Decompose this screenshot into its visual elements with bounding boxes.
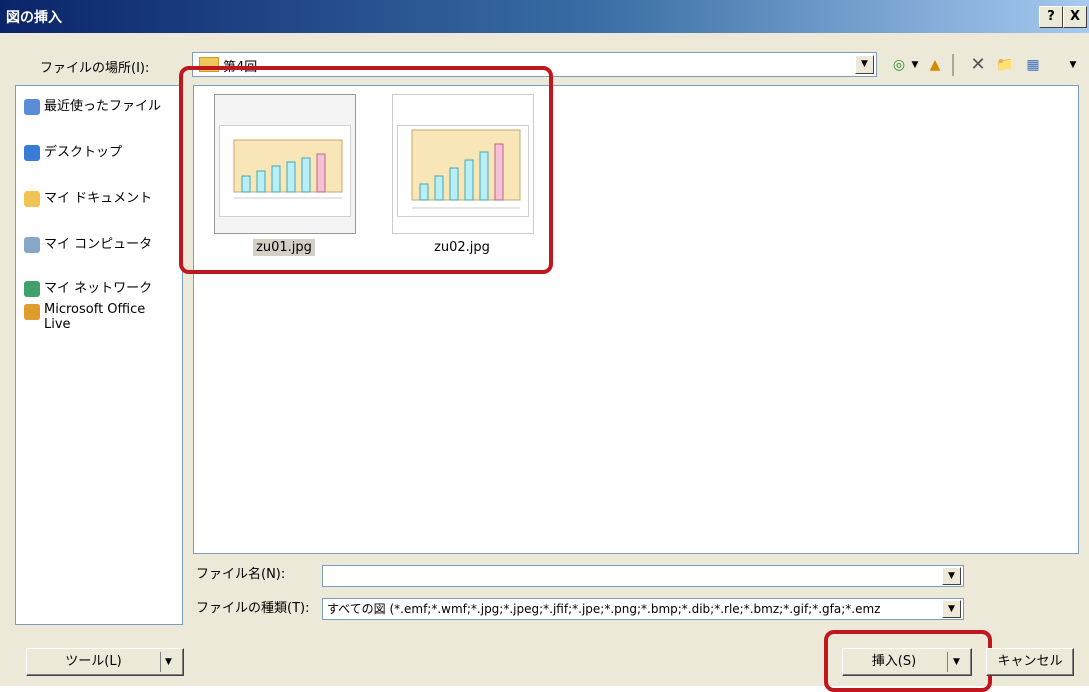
insert-highlight-annotation	[824, 630, 992, 692]
filetype-value: すべての図 (*.emf;*.wmf;*.jpg;*.jpeg;*.jfif;*…	[327, 602, 881, 616]
place-label: デスクトップ	[44, 145, 123, 160]
place-computer[interactable]: マイ コンピュータ	[24, 236, 152, 260]
views-dropdown-icon[interactable]: ▼	[1068, 56, 1078, 74]
place-recent[interactable]: 最近使ったファイル	[24, 98, 161, 122]
filename-input[interactable]: ▼	[322, 565, 964, 587]
place-documents[interactable]: マイ ドキュメント	[24, 190, 152, 214]
network-icon	[24, 280, 40, 297]
documents-icon	[24, 190, 40, 207]
place-office-live[interactable]: Microsoft Office Live	[24, 302, 174, 332]
up-folder-icon[interactable]: ▲	[924, 56, 946, 74]
tools-label: ツール(L)	[65, 654, 122, 669]
chevron-down-icon[interactable]: ▼	[942, 567, 961, 585]
place-network[interactable]: マイ ネットワーク	[24, 280, 152, 304]
filetype-label: ファイルの種類(T):	[196, 601, 310, 616]
back-dropdown-icon[interactable]: ▼	[910, 56, 920, 74]
filetype-combo[interactable]: すべての図 (*.emf;*.wmf;*.jpg;*.jpeg;*.jfif;*…	[322, 598, 964, 620]
files-highlight-annotation	[179, 66, 553, 274]
recent-icon	[24, 98, 40, 115]
close-button[interactable]: X	[1063, 6, 1087, 28]
computer-icon	[24, 236, 40, 253]
tools-button[interactable]: ツール(L) ▼	[26, 648, 184, 676]
split-divider	[160, 652, 161, 672]
places-bar: 最近使ったファイル デスクトップ マイ ドキュメント マイ コンピュータ マイ …	[15, 85, 183, 625]
place-label: マイ コンピュータ	[44, 237, 153, 252]
location-label: ファイルの場所(I):	[40, 61, 150, 76]
place-label: マイ ネットワーク	[44, 281, 153, 296]
place-label: Microsoft Office Live	[44, 302, 146, 332]
new-folder-icon[interactable]: 📁	[994, 56, 1016, 74]
cancel-button[interactable]: キャンセル	[986, 648, 1074, 676]
desktop-icon	[24, 144, 40, 161]
tools-dropdown-icon[interactable]: ▼	[165, 649, 172, 675]
place-desktop[interactable]: デスクトップ	[24, 144, 122, 168]
toolbar-separator	[952, 54, 954, 76]
title-bar: 図の挿入 ? X	[0, 0, 1089, 33]
place-label: 最近使ったファイル	[44, 99, 162, 114]
window-title: 図の挿入	[6, 10, 62, 26]
filename-label: ファイル名(N):	[196, 567, 286, 582]
views-icon[interactable]: ▦	[1022, 56, 1044, 74]
help-button[interactable]: ?	[1039, 6, 1063, 28]
place-label: マイ ドキュメント	[44, 191, 153, 206]
delete-icon[interactable]: ✕	[968, 56, 988, 74]
office-live-icon	[24, 304, 40, 320]
chevron-down-icon[interactable]: ▼	[855, 55, 874, 74]
chevron-down-icon[interactable]: ▼	[942, 600, 961, 618]
insert-picture-dialog: 図の挿入 ? X ファイルの場所(I): 第4回 ▼ ◎ ▼ ▲ ✕ 📁 ▦ ▼…	[0, 0, 1089, 692]
back-icon[interactable]: ◎	[890, 56, 908, 74]
